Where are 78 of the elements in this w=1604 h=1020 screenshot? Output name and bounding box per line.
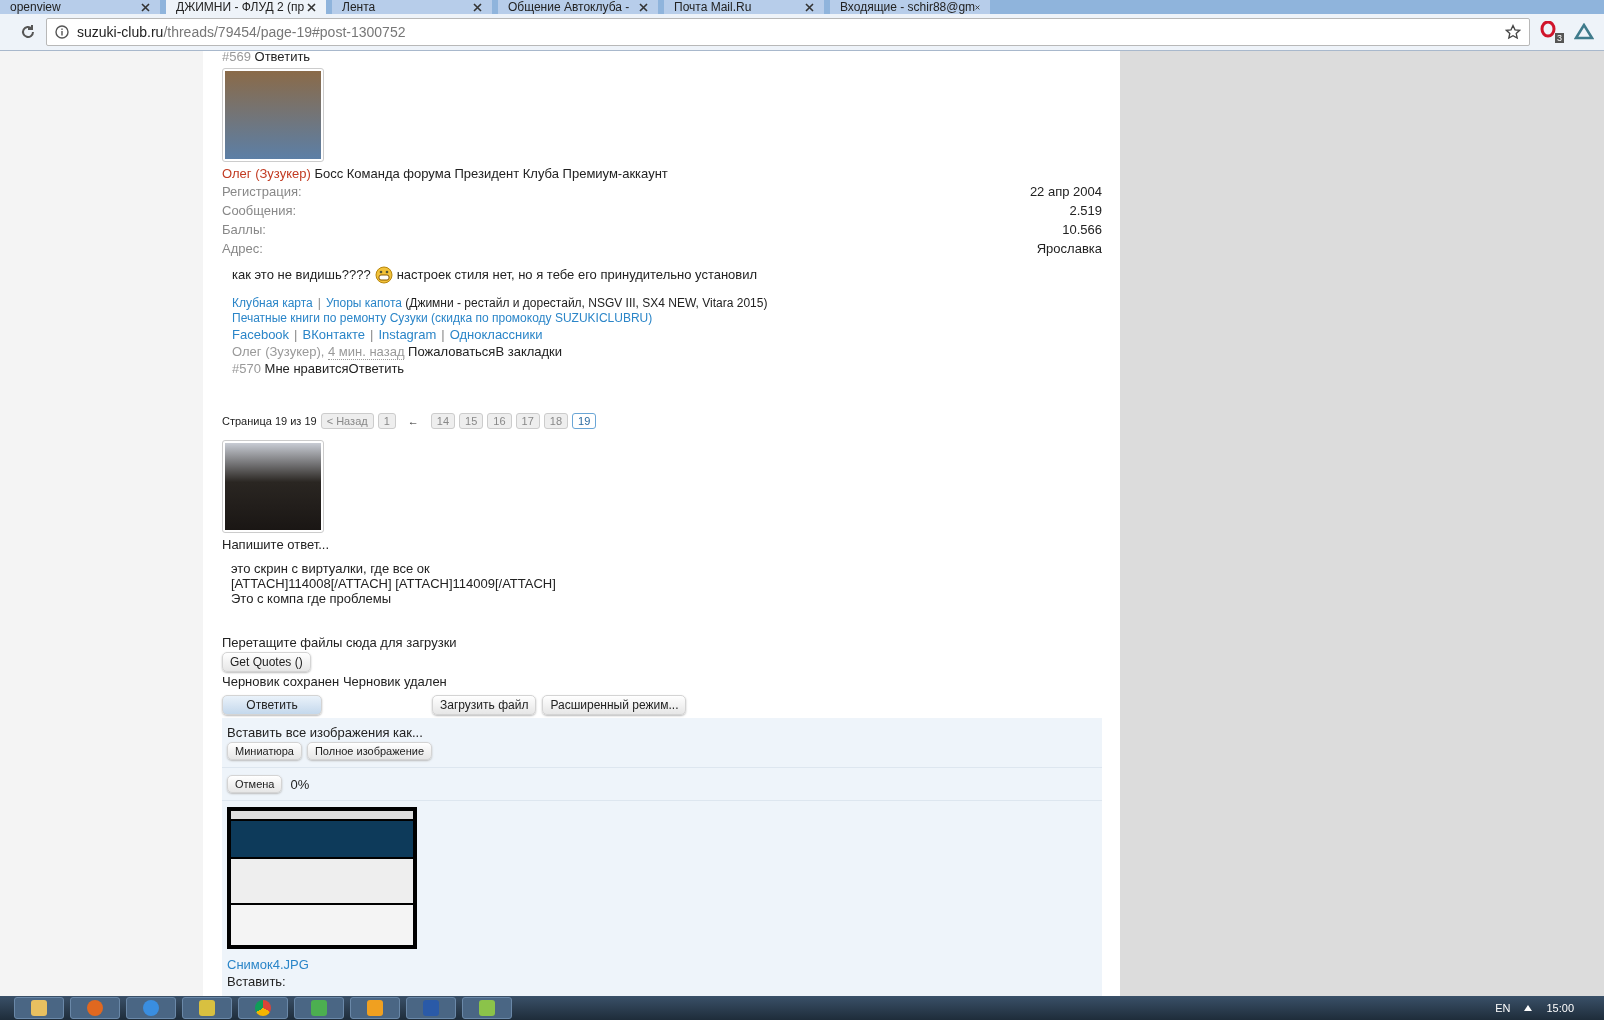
insert-option-button[interactable]: Миниатюра	[227, 742, 302, 760]
tray-arrow-icon[interactable]	[1524, 1005, 1533, 1011]
insert-label: Вставить:	[227, 973, 287, 990]
separator: |	[294, 326, 298, 342]
close-icon[interactable]	[473, 2, 482, 12]
close-icon[interactable]	[805, 2, 814, 12]
signature-link[interactable]: Печатные книги по ремонту Сузуки (скидка по промокоду SUZUKICLUBRU)	[232, 310, 653, 325]
separator: |	[317, 295, 321, 310]
stat-value: 10.566	[1062, 220, 1102, 239]
draft-status: Черновик сохранен	[222, 674, 340, 689]
info-icon	[55, 25, 69, 39]
post-time: 4 мин. назад	[328, 343, 405, 360]
browser-tab[interactable]: ДЖИМНИ - ФЛУД 2 (пр	[166, 0, 326, 14]
stat-label: Сообщения:	[222, 201, 297, 220]
percent-text: 0%	[290, 776, 310, 792]
url-text: suzuki-club.ru/threads/79454/page-19#post-1300752	[77, 24, 407, 40]
browser-tab[interactable]: Общение Автоклуба -	[498, 0, 658, 14]
reply-editor[interactable]: это скрин с виртуалки, где все ок [ATTACH]114008[/ATTACH] [ATTACH]114009[/ATTACH] Это с компа где проблемы	[222, 553, 1102, 634]
taskbar-app-icon[interactable]	[350, 997, 400, 1019]
star-icon[interactable]	[1505, 24, 1521, 40]
message-text: как это не видишь????	[232, 267, 371, 283]
get-quotes-button[interactable]: Get Quotes ()	[222, 652, 311, 672]
advanced-mode-button[interactable]: Расширенный режим...	[542, 695, 687, 715]
stat-value: 2.519	[1069, 201, 1102, 220]
social-link[interactable]: Instagram	[378, 326, 437, 342]
extension-icon[interactable]	[1574, 23, 1594, 41]
cancel-button[interactable]: Отмена	[227, 775, 283, 793]
browser-tab[interactable]: Лента	[332, 0, 492, 14]
emoji-icon	[374, 265, 393, 284]
social-link[interactable]: ВКонтакте	[302, 326, 366, 342]
post-action-link[interactable]: Мне нравится	[264, 360, 349, 376]
stat-label: Регистрация:	[222, 182, 302, 201]
stat-label: Баллы:	[222, 220, 266, 239]
insert-all-label: Вставить все изображения как...	[227, 724, 424, 741]
stat-value: 22 апр 2004	[1029, 182, 1102, 201]
close-icon[interactable]	[141, 2, 150, 12]
separator: |	[441, 326, 445, 342]
post-action-link[interactable]: Ответить	[348, 360, 405, 376]
browser-tab[interactable]: Входящие - schir88@gm	[830, 0, 990, 14]
page-button[interactable]: 19	[572, 412, 597, 429]
reply-button[interactable]: Ответить	[222, 695, 322, 715]
drop-hint: Перетащите файлы сюда для загрузки	[222, 634, 458, 651]
separator: |	[370, 326, 374, 342]
extension-badge: 3	[1555, 33, 1564, 43]
user-titles: Босс Команда форума Президент Клуба Премиум-аккаунт	[314, 165, 668, 181]
file-name-link[interactable]: Снимок4.JPG	[227, 957, 1097, 973]
post-action-link[interactable]: В закладки	[495, 343, 563, 359]
screenshot-thumbnail[interactable]	[227, 807, 417, 949]
page-label: Страница 19 из 19	[222, 414, 317, 427]
post-action-link[interactable]: Пожаловаться	[408, 343, 496, 359]
browser-tab[interactable]: openview	[0, 0, 160, 14]
draft-status: Черновик удален	[342, 674, 447, 689]
taskbar-app-icon[interactable]	[238, 997, 288, 1019]
username-link[interactable]: Олег (Зузукер)	[222, 165, 311, 181]
social-link[interactable]: Facebook	[232, 326, 290, 342]
page-gap-arrow: ←	[407, 414, 419, 427]
reply-prompt: Напишите ответ...	[222, 536, 331, 554]
insert-option-button[interactable]: Полное изображение	[306, 742, 433, 760]
address-bar[interactable]: suzuki-club.ru/threads/79454/page-19#post-1300752	[46, 18, 1530, 46]
message-text: настроек стиля нет, но я тебе его принудительно установил	[396, 267, 758, 283]
browser-tab[interactable]: Почта Mail.Ru	[664, 0, 824, 14]
taskbar-app-icon[interactable]	[14, 997, 64, 1019]
avatar-photo-placeholder[interactable]	[222, 439, 324, 534]
signature-text: (Джимни - рестайл и дорестайл, NSGV III, SX4 NEW, Vitara 2015)	[405, 295, 768, 310]
reload-icon[interactable]	[20, 24, 36, 40]
stat-label: Адрес:	[222, 239, 263, 258]
clock[interactable]: 15:00	[1546, 1002, 1574, 1014]
reply-link[interactable]: Ответить	[254, 51, 311, 64]
close-icon[interactable]	[639, 2, 648, 12]
taskbar-app-icon[interactable]	[462, 997, 512, 1019]
language-indicator[interactable]: EN	[1495, 1002, 1511, 1014]
social-link[interactable]: Одноклассники	[449, 326, 543, 342]
signature-link[interactable]: Клубная карта	[232, 295, 313, 310]
stat-value: Ярославка	[1036, 239, 1102, 258]
taskbar-app-icon[interactable]	[182, 997, 232, 1019]
upload-file-button[interactable]: Загрузить файл	[432, 695, 537, 715]
close-icon[interactable]	[307, 2, 316, 12]
signature-link[interactable]: Упоры капота	[325, 295, 402, 310]
